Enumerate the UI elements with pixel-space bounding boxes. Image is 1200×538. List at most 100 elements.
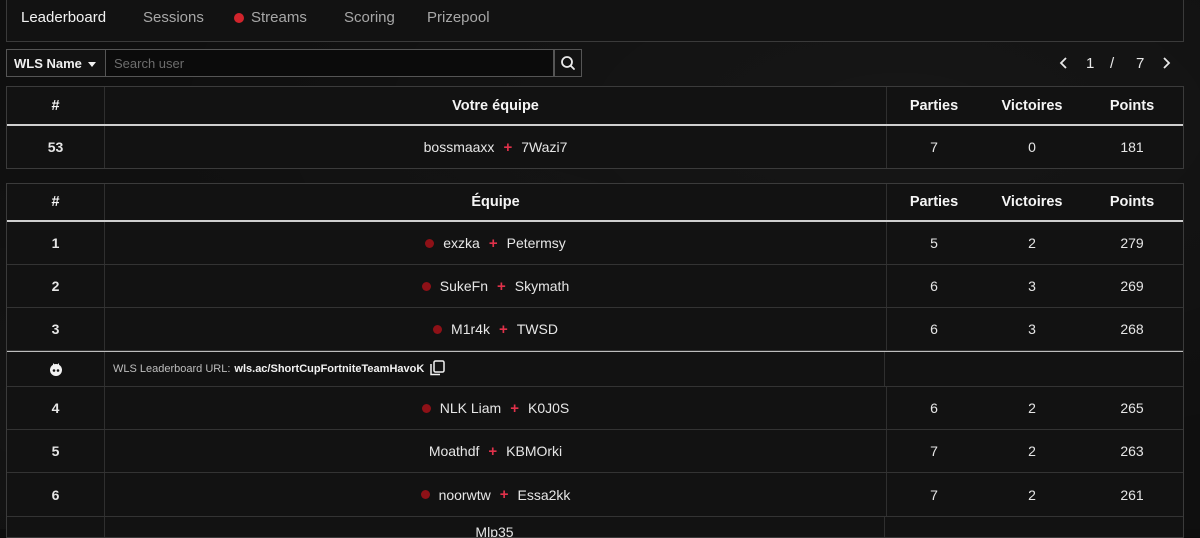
search-input[interactable]	[106, 49, 554, 77]
points: 263	[1120, 443, 1144, 459]
current-page: 1	[1086, 55, 1095, 72]
leaderboard-table: # Équipe Parties Victoires Points 1 exzk…	[6, 183, 1184, 538]
points: 279	[1120, 235, 1144, 251]
next-page-button[interactable]	[1160, 55, 1172, 75]
rank: 53	[47, 139, 64, 155]
points: 261	[1120, 486, 1144, 503]
team-cell: noorwtw + Essa2kk	[104, 473, 887, 516]
played: 6	[930, 321, 938, 337]
top-nav: Leaderboard Sessions Streams Scoring Pri…	[6, 0, 1184, 42]
rank: 4	[51, 400, 60, 416]
live-stream-icon[interactable]	[433, 324, 443, 334]
promo-row: WLS Leaderboard URL: wls.ac/ShortCupFort…	[7, 351, 1183, 387]
my-team-row[interactable]: 53 bossmaaxx + 7Wazi7 7 0 181	[7, 126, 1183, 168]
live-stream-icon[interactable]	[425, 238, 435, 248]
col-wins-header: Victoires	[1001, 97, 1063, 114]
live-indicator-icon	[234, 13, 244, 23]
player-name[interactable]: Moathdf	[429, 443, 480, 459]
col-rank-header: #	[51, 194, 60, 210]
tab-scoring[interactable]: Scoring	[344, 9, 395, 26]
wins: 3	[1028, 321, 1036, 337]
wls-logo	[7, 352, 104, 386]
table-row[interactable]: 2 SukeFn + Skymath 6 3 269	[7, 265, 1183, 308]
tab-prizepool[interactable]: Prizepool	[427, 9, 490, 26]
wins: 2	[1028, 400, 1036, 416]
table-row[interactable]: 1 exzka + Petermsy 5 2 279	[7, 222, 1183, 265]
tab-leaderboard[interactable]: Leaderboard	[21, 9, 106, 26]
copy-url-button[interactable]	[428, 359, 446, 380]
total-pages: 7	[1136, 55, 1145, 72]
played: 5	[930, 235, 938, 251]
player-name[interactable]: TWSD	[517, 321, 558, 337]
player-name[interactable]: Essa2kk	[517, 487, 570, 503]
tab-sessions[interactable]: Sessions	[143, 9, 204, 26]
player-name[interactable]: exzka	[443, 235, 480, 251]
team-cell: Moathdf + KBMOrki	[104, 430, 887, 472]
plus-icon: +	[488, 442, 498, 460]
team-cell: M1r4k + TWSD	[104, 308, 887, 350]
my-team-header: # Votre équipe Parties Victoires Points	[7, 87, 1183, 126]
rank: 5	[51, 443, 60, 459]
player-name[interactable]: SukeFn	[440, 278, 488, 294]
empty-cell	[1081, 352, 1183, 386]
live-stream-icon[interactable]	[421, 403, 431, 413]
wins: 0	[1028, 139, 1036, 155]
played: 6	[930, 400, 938, 416]
wls-logo-icon	[49, 363, 62, 376]
player-name[interactable]: NLK Liam	[440, 400, 501, 416]
search-field-select[interactable]: WLS Name	[6, 49, 106, 77]
plus-icon: +	[498, 320, 508, 338]
copy-icon	[430, 359, 446, 375]
empty-cell	[983, 352, 1081, 386]
team-cell: exzka + Petermsy	[104, 222, 887, 264]
player-name[interactable]: bossmaaxx	[424, 139, 495, 155]
col-my-team-header: Votre équipe	[104, 87, 887, 124]
plus-icon: +	[499, 486, 509, 503]
col-team-header: Équipe	[104, 184, 887, 220]
live-stream-icon[interactable]	[421, 281, 431, 291]
col-played-header: Parties	[909, 194, 959, 210]
player-name[interactable]: KBMOrki	[506, 443, 562, 459]
leaderboard-header: # Équipe Parties Victoires Points	[7, 184, 1183, 222]
plus-icon: +	[488, 234, 498, 252]
col-rank-header: #	[51, 97, 60, 114]
table-row[interactable]: 4 NLK Liam + K0J0S 6 2 265	[7, 387, 1183, 430]
played: 6	[930, 278, 938, 294]
wins: 2	[1028, 235, 1036, 251]
chevron-left-icon	[1059, 57, 1067, 69]
my-team-table: # Votre équipe Parties Victoires Points …	[6, 86, 1184, 169]
chevron-right-icon	[1163, 57, 1171, 69]
player-name[interactable]: M1r4k	[451, 321, 490, 337]
search-field-select-label: WLS Name	[14, 56, 82, 71]
search-icon	[561, 56, 575, 70]
player-name[interactable]: K0J0S	[528, 400, 569, 416]
tab-streams[interactable]: Streams	[234, 9, 307, 26]
search-button[interactable]	[554, 49, 582, 77]
team-cell: bossmaaxx + 7Wazi7	[104, 126, 887, 168]
player-name[interactable]: Mlp35	[475, 524, 513, 537]
team-cell: Mlp35	[104, 517, 885, 537]
page-separator: /	[1110, 55, 1115, 72]
rank: 3	[51, 321, 60, 337]
table-row[interactable]: Mlp35	[7, 517, 1183, 537]
table-row[interactable]: 6 noorwtw + Essa2kk 7 2 261	[7, 473, 1183, 517]
plus-icon: +	[510, 399, 519, 417]
wins: 3	[1028, 278, 1036, 294]
prev-page-button[interactable]	[1058, 55, 1070, 75]
promo-url[interactable]: wls.ac/ShortCupFortniteTeamHavoK	[234, 363, 424, 375]
table-row[interactable]: 5 Moathdf + KBMOrki 7 2 263	[7, 430, 1183, 473]
col-points-header: Points	[1109, 194, 1155, 210]
tab-streams-label: Streams	[251, 9, 307, 26]
team-cell: SukeFn + Skymath	[104, 265, 887, 307]
col-played-header: Parties	[909, 97, 959, 114]
player-name[interactable]: Petermsy	[507, 235, 566, 251]
player-name[interactable]: noorwtw	[439, 487, 491, 503]
points: 265	[1120, 400, 1144, 416]
table-row[interactable]: 3 M1r4k + TWSD 6 3 268	[7, 308, 1183, 351]
rank: 1	[51, 235, 60, 251]
player-name[interactable]: Skymath	[515, 278, 569, 294]
played: 7	[930, 139, 938, 155]
player-name[interactable]: 7Wazi7	[521, 139, 567, 155]
points: 181	[1120, 139, 1144, 155]
live-stream-icon[interactable]	[420, 490, 430, 499]
